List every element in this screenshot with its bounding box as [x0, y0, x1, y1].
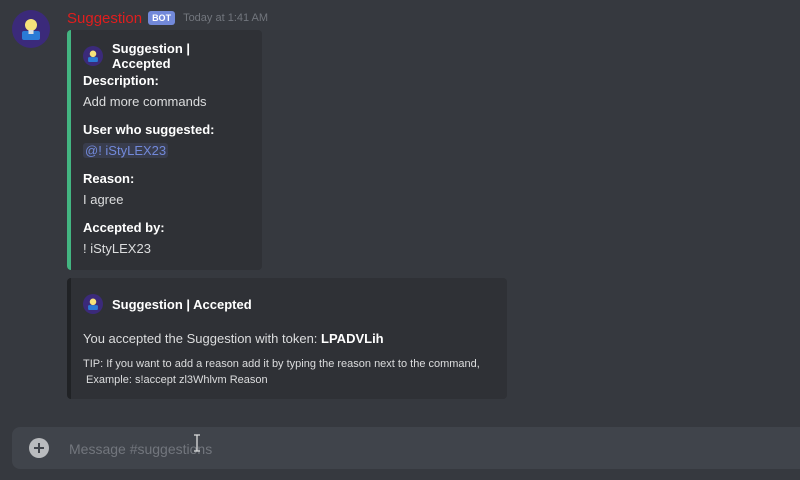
text-cursor-icon — [194, 434, 200, 452]
tip-line: TIP: If you want to add a reason add it … — [83, 358, 480, 370]
field-name: Accepted by: — [83, 220, 165, 235]
lightbulb-icon — [83, 294, 103, 314]
message-input[interactable] — [67, 427, 771, 471]
suggestion-token: LPADVLih — [321, 331, 384, 346]
field-value: ! iStyLEX23 — [83, 241, 151, 256]
field-name: User who suggested: — [83, 122, 215, 137]
field-value: Add more commands — [83, 94, 207, 109]
field-value: @! iStyLEX23 — [83, 142, 250, 160]
author-name[interactable]: Suggestion — [67, 10, 142, 27]
field-name: Reason: — [83, 171, 135, 186]
lightbulb-icon — [22, 19, 40, 40]
bot-tag: BOT — [148, 11, 176, 25]
tip-text: TIP: If you want to add a reason add it … — [83, 356, 495, 388]
field-reason: Reason: I agree — [83, 170, 250, 209]
embed-author-name: Suggestion | Accepted — [112, 296, 252, 312]
message-timestamp: Today at 1:41 AM — [183, 12, 269, 24]
message-header: Suggestion BOT Today at 1:41 AM — [67, 8, 268, 28]
bot-avatar[interactable] — [12, 10, 50, 48]
message-composer — [12, 427, 800, 471]
embed-author: Suggestion | Accepted — [83, 292, 495, 316]
embed-author-name: Suggestion | Accepted — [112, 41, 191, 71]
field-name: Description: — [83, 73, 159, 88]
embed-description: You accepted the Suggestion with token: … — [83, 330, 495, 348]
lightbulb-icon — [83, 46, 103, 66]
field-user-who-suggested: User who suggested: @! iStyLEX23 — [83, 121, 250, 160]
accept-confirmation-embed: Suggestion | Accepted You accepted the S… — [67, 278, 507, 399]
field-description: Description: Add more commands — [83, 72, 250, 111]
field-accepted-by: Accepted by: ! iStyLEX23 — [83, 219, 250, 258]
user-mention[interactable]: @! iStyLEX23 — [83, 143, 169, 158]
tip-line: Example: s!accept zl3Whlvm Reason — [83, 374, 268, 386]
embed-author: Suggestion | Accepted — [83, 41, 250, 71]
field-value: I agree — [83, 192, 124, 207]
description-text: You accepted the Suggestion with token: — [83, 331, 322, 346]
suggestion-accepted-embed: Suggestion | Accepted Description: Add m… — [67, 30, 262, 270]
plus-circle-icon[interactable] — [29, 438, 49, 458]
